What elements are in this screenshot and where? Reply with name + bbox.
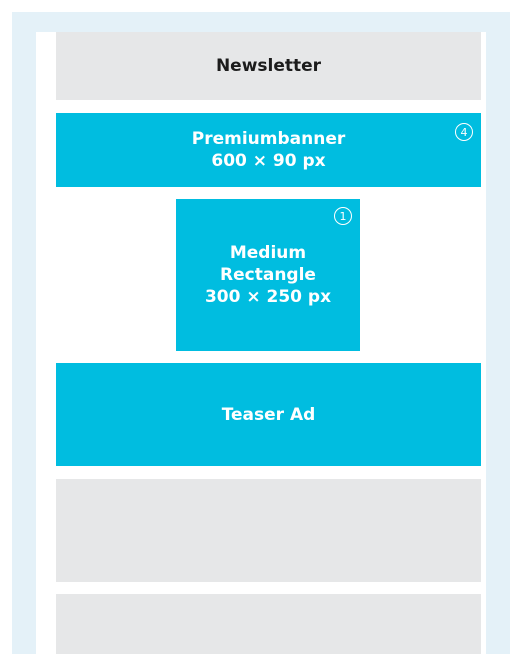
content-placeholder	[56, 479, 481, 582]
newsletter-label: Newsletter	[215, 56, 322, 76]
teaser-ad-label: Teaser Ad	[221, 404, 316, 425]
premiumbanner-slot: Premiumbanner 600 × 90 px 4	[56, 113, 481, 187]
layout-frame: Newsletter Premiumbanner 600 × 90 px 4 M…	[12, 12, 510, 654]
page-column: Newsletter Premiumbanner 600 × 90 px 4 M…	[36, 32, 486, 654]
newsletter-block: Newsletter	[56, 32, 481, 100]
medium-rectangle-title-line1: Medium	[229, 243, 307, 263]
premiumbanner-title: Premiumbanner	[191, 129, 346, 149]
medium-rectangle-title-line2: Rectangle	[220, 265, 316, 285]
medium-rectangle-size: 300 × 250 px	[204, 287, 332, 307]
circled-number-icon: 1	[334, 207, 352, 225]
premiumbanner-size: 600 × 90 px	[211, 151, 326, 171]
medium-rectangle-slot: Medium Rectangle 300 × 250 px 1	[176, 199, 360, 351]
teaser-ad-slot: Teaser Ad	[56, 363, 481, 466]
content-placeholder	[56, 594, 481, 654]
circled-number-icon: 4	[455, 123, 473, 141]
